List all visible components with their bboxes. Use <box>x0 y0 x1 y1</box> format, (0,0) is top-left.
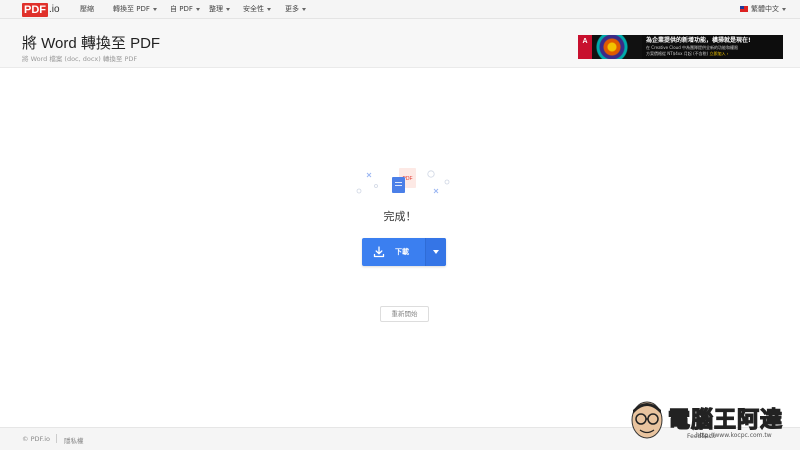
chevron-down-icon <box>195 7 200 11</box>
word-file-line <box>395 182 402 183</box>
download-main[interactable]: 下載 <box>362 238 425 266</box>
chevron-down-icon <box>782 7 786 11</box>
language-label: 繁體中文 <box>751 5 779 13</box>
nav-from-pdf[interactable]: 自 PDF <box>170 3 200 15</box>
logo-pdf-text: PDF <box>22 2 48 17</box>
chevron-down-icon <box>433 250 439 254</box>
ad-cta-link[interactable]: 立即加入 › <box>709 51 728 56</box>
copyright-text: © PDF.io <box>22 435 51 443</box>
logo-io-text: .io <box>49 4 60 15</box>
nav-compress-label: 壓縮 <box>80 5 94 13</box>
watermark-url: http://www.kocpc.com.tw <box>696 432 772 439</box>
ad-line-3: 方案價格從 NT$4xx 月起 (不含稅) 立即加入 › <box>646 51 779 57</box>
page-header: 將 Word 轉換至 PDF 將 Word 檔案 (doc, docx) 轉換至… <box>0 19 800 68</box>
nav-organize[interactable]: 整理 <box>209 3 230 15</box>
pdf-io-logo[interactable]: PDF .io <box>22 2 60 17</box>
word-file-line <box>395 185 402 186</box>
ad-headline: 為企業提供的新增功能，橫掃就是現在! <box>646 37 751 44</box>
top-navbar: PDF .io 壓縮 轉換至 PDF 自 PDF 整理 安全性 更多 繁體中文 <box>0 0 800 19</box>
adobe-ad-banner[interactable]: A 為企業提供的新增功能，橫掃就是現在! 在 Creative Cloud 中為… <box>578 35 783 59</box>
nav-security-label: 安全性 <box>243 5 264 13</box>
site-watermark: 電腦王阿達 http://www.kocpc.com.tw <box>628 398 796 448</box>
decor-circle-icon <box>444 179 450 185</box>
nav-convert-to-pdf[interactable]: 轉換至 PDF <box>113 3 157 15</box>
footer-divider <box>56 434 57 443</box>
ad-text: 為企業提供的新增功能，橫掃就是現在! 在 Creative Cloud 中為團隊… <box>642 35 783 59</box>
nav-more[interactable]: 更多 <box>285 3 306 15</box>
nav-security[interactable]: 安全性 <box>243 3 271 15</box>
cross-icon <box>433 188 439 194</box>
nav-more-label: 更多 <box>285 5 299 13</box>
conversion-complete-illustration: PDF <box>356 168 450 194</box>
page-subtitle: 將 Word 檔案 (doc, docx) 轉換至 PDF <box>22 55 138 63</box>
decor-circle-icon <box>427 170 435 178</box>
decor-circle-icon <box>356 188 362 194</box>
ad-line-3-text: 方案價格從 NT$4xx 月起 (不含稅) <box>646 51 709 56</box>
privacy-link[interactable]: 隱私權 <box>64 435 84 445</box>
chevron-down-icon <box>267 7 271 11</box>
download-button[interactable]: 下載 <box>362 238 446 266</box>
decor-circle-icon <box>374 184 378 188</box>
conversion-status: 完成！ <box>383 210 417 223</box>
cross-icon <box>366 172 372 178</box>
download-label: 下載 <box>395 248 409 256</box>
nav-compress[interactable]: 壓縮 <box>80 3 94 15</box>
chevron-down-icon <box>152 7 157 11</box>
nav-organize-label: 整理 <box>209 5 223 13</box>
watermark-name: 電腦王阿達 <box>667 407 784 433</box>
chevron-down-icon <box>302 7 306 11</box>
mascot-face-icon <box>631 401 663 439</box>
language-selector[interactable]: 繁體中文 <box>740 3 786 15</box>
taiwan-flag-icon <box>740 6 748 12</box>
nav-convert-to-pdf-label: 轉換至 PDF <box>113 5 150 13</box>
nav-from-pdf-label: 自 PDF <box>170 5 193 13</box>
adobe-logo-icon: A <box>578 35 592 59</box>
chevron-down-icon <box>226 7 230 11</box>
download-options-dropdown[interactable] <box>426 238 446 266</box>
page-title: 將 Word 轉換至 PDF <box>22 35 161 52</box>
ad-artwork <box>592 35 642 59</box>
download-icon <box>373 246 385 258</box>
restart-button[interactable]: 重新開始 <box>380 306 429 322</box>
